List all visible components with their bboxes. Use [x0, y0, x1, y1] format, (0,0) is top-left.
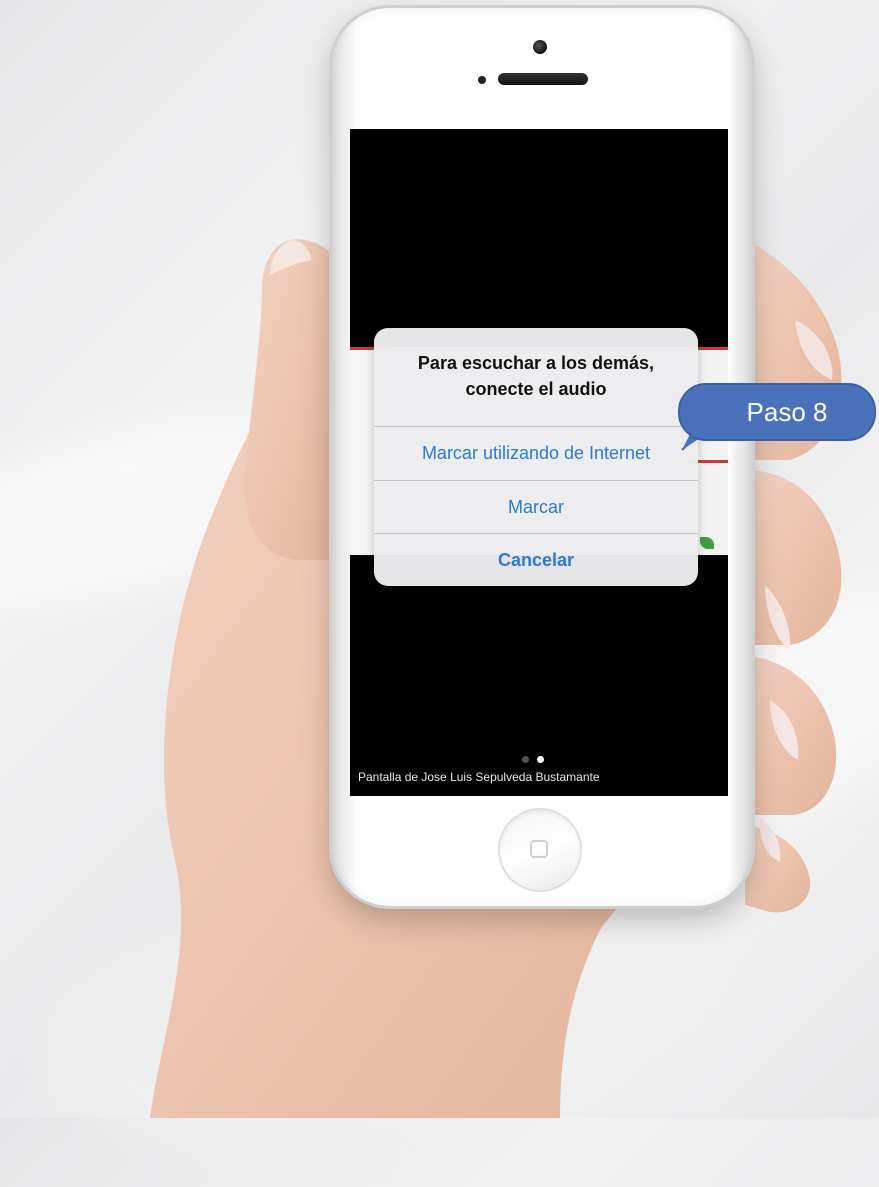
phone-device: Para escuchar a los demás, conecte el au… [332, 8, 752, 906]
front-camera-icon [533, 40, 547, 54]
earpiece-speaker [498, 73, 588, 85]
alert-title-line: conecte el audio [465, 379, 607, 399]
alert-title: Para escuchar a los demás, conecte el au… [374, 350, 698, 402]
dial-button[interactable]: Marcar [374, 480, 698, 534]
phone-screen: Para escuchar a los demás, conecte el au… [350, 129, 728, 796]
proximity-sensor [478, 76, 486, 84]
home-square-icon [530, 840, 548, 858]
page-dot-active[interactable] [537, 756, 544, 763]
callout-label: Paso 8 [746, 397, 828, 427]
screen-share-caption: Pantalla de Jose Luis Sepulveda Bustaman… [358, 770, 600, 784]
connect-audio-alert: Para escuchar a los demás, conecte el au… [374, 328, 698, 586]
leaf-logo-icon [700, 537, 714, 549]
page-indicator[interactable] [522, 756, 544, 763]
step-callout: Paso 8 [678, 383, 876, 441]
alert-title-line: Para escuchar a los demás, [417, 353, 655, 373]
home-button[interactable] [498, 808, 582, 892]
cancel-button[interactable]: Cancelar [374, 533, 698, 586]
dial-internet-button[interactable]: Marcar utilizando de Internet [374, 426, 698, 480]
page-dot[interactable] [522, 756, 529, 763]
